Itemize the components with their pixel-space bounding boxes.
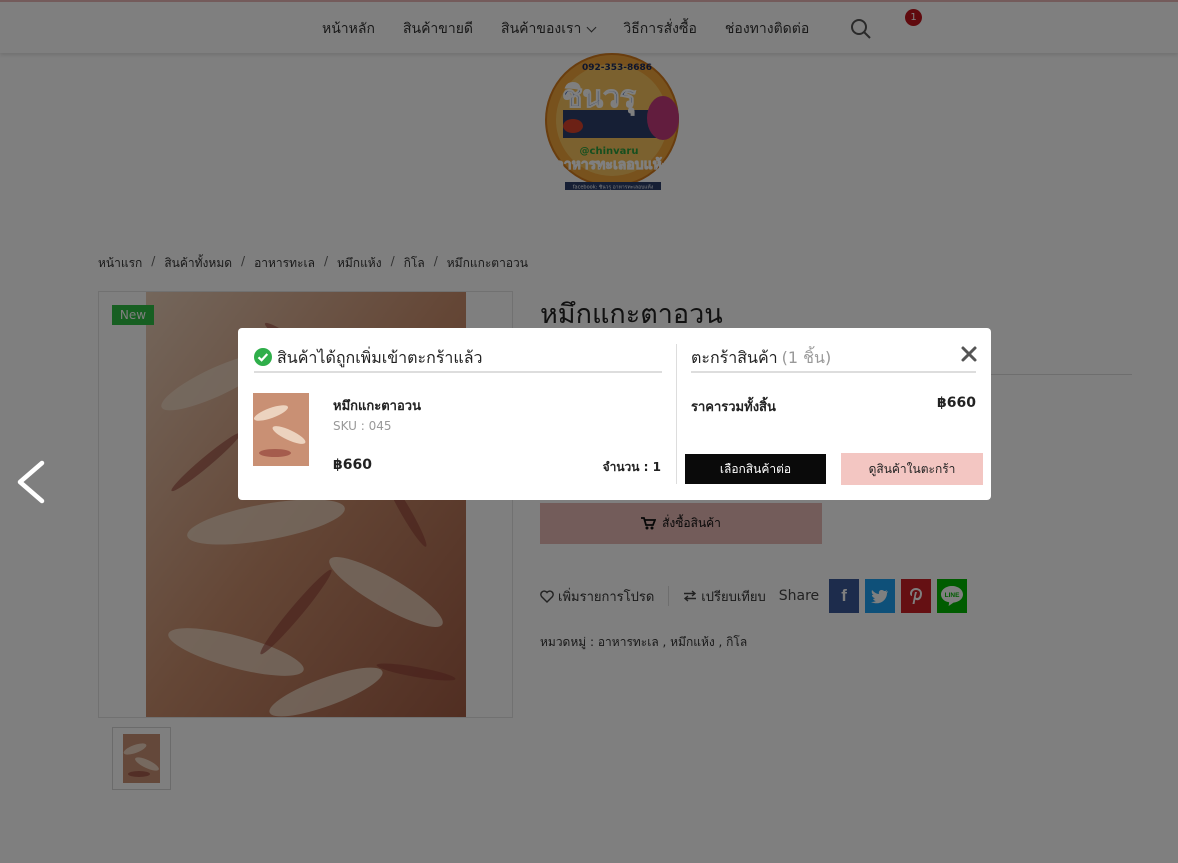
cart-item-sku: SKU : 045	[333, 419, 392, 433]
cart-item-quantity: จำนวน : 1	[602, 460, 661, 474]
cart-summary-count: (1 ชิ้น)	[781, 348, 832, 367]
continue-shopping-button[interactable]: เลือกสินค้าต่อ	[685, 454, 826, 484]
cart-summary-title: ตะกร้าสินค้า	[691, 348, 778, 367]
added-to-cart-modal: สินค้าได้ถูกเพิ่มเข้าตะกร้าแล้ว หมึกแกะต…	[238, 328, 991, 500]
check-circle-icon	[254, 348, 272, 366]
cart-total-value: ฿660	[937, 395, 976, 411]
cart-item-name: หมึกแกะตาอวน	[333, 399, 421, 414]
added-to-cart-text: สินค้าได้ถูกเพิ่มเข้าตะกร้าแล้ว	[277, 348, 483, 367]
close-icon[interactable]	[960, 345, 978, 363]
cart-total-label: ราคารวมทั้งสิ้น	[691, 400, 776, 415]
cart-summary-heading: ตะกร้าสินค้า (1 ชิ้น)	[691, 346, 976, 373]
view-cart-button[interactable]: ดูสินค้าในตะกร้า	[841, 453, 983, 485]
modal-divider	[676, 344, 677, 484]
cart-item-thumbnail	[253, 393, 309, 466]
cart-item-price: ฿660	[333, 457, 372, 473]
added-to-cart-heading: สินค้าได้ถูกเพิ่มเข้าตะกร้าแล้ว	[254, 346, 662, 373]
chevron-left-icon[interactable]	[12, 455, 52, 509]
